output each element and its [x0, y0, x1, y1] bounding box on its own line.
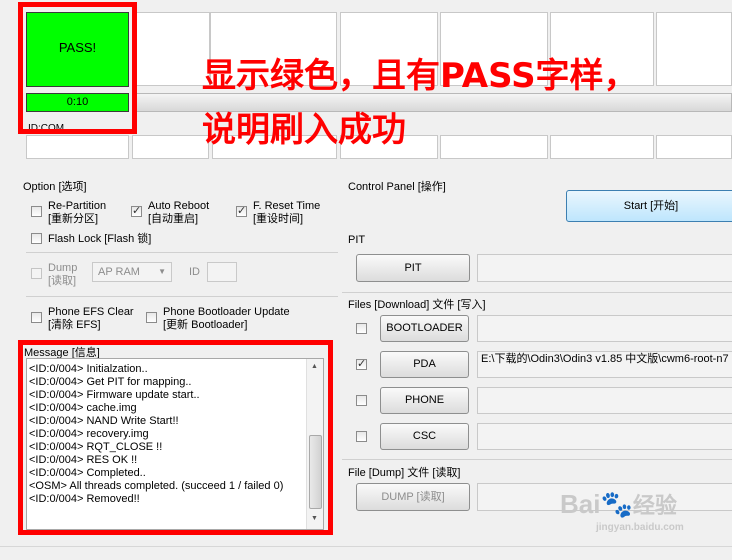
start-button[interactable]: Start [开始]	[566, 190, 732, 222]
repartition-label-1: Re-Partition	[48, 200, 107, 212]
ap-ram-value: AP RAM	[98, 266, 140, 278]
ap-ram-select[interactable]: AP RAM ▼	[92, 262, 172, 282]
dump-checkbox[interactable]	[31, 268, 42, 279]
auto-reboot-label-1: Auto Reboot	[148, 200, 210, 212]
pda-button[interactable]: PDA	[380, 351, 469, 378]
csc-checkbox[interactable]	[356, 431, 367, 442]
csc-path-field	[477, 423, 732, 450]
option-divider-1	[26, 252, 338, 253]
option-divider-2	[26, 296, 338, 297]
flash-lock-label: Flash Lock [Flash 锁]	[48, 233, 152, 245]
right-divider-2	[342, 459, 732, 460]
bootloader-checkbox[interactable]	[356, 323, 367, 334]
device-slot-2	[132, 12, 210, 86]
dump-label-2: [读取]	[48, 275, 77, 287]
com-slot-2	[132, 135, 209, 159]
f-reset-time-label-1: F. Reset Time	[253, 200, 321, 212]
repartition-label-2: [重新分区]	[48, 213, 99, 225]
id-label: ID	[189, 266, 200, 278]
control-panel-title: Control Panel [操作]	[348, 181, 446, 193]
phone-bootloader-label-2: [更新 Bootloader]	[163, 319, 248, 331]
pit-button[interactable]: PIT	[356, 254, 470, 282]
watermark-url: jingyan.baidu.com	[596, 522, 684, 533]
phone-button[interactable]: PHONE	[380, 387, 469, 414]
phone-bootloader-label-1: Phone Bootloader Update	[163, 306, 290, 318]
paw-icon: 🐾	[600, 489, 633, 519]
device-slot-7	[656, 12, 732, 86]
file-dump-title: File [Dump] 文件 [读取]	[348, 467, 461, 479]
phone-bootloader-checkbox[interactable]	[146, 312, 157, 323]
f-reset-time-checkbox[interactable]	[236, 204, 247, 217]
auto-reboot-checkbox[interactable]	[131, 204, 142, 217]
option-title: Option [选项]	[23, 181, 87, 193]
right-divider-1	[342, 292, 732, 293]
annotation-highlight-message	[18, 340, 333, 535]
com-slot-7	[656, 135, 732, 159]
annotation-line-1: 显示绿色，且有PASS字样，	[202, 56, 638, 96]
com-slot-5	[440, 135, 548, 159]
auto-reboot-label-2: [自动重启]	[148, 213, 199, 225]
f-reset-time-label-2: [重设时间]	[253, 213, 304, 225]
bottom-strip	[0, 546, 732, 560]
com-slot-1	[26, 135, 129, 159]
phone-efs-label-2: [清除 EFS]	[48, 319, 101, 331]
annotation-highlight-status	[18, 2, 137, 134]
phone-efs-checkbox[interactable]	[31, 312, 42, 323]
bootloader-button[interactable]: BOOTLOADER	[380, 315, 469, 342]
pda-path-text: E:\下载的\Odin3\Odin3 v1.85 中文版\cwm6-root-n…	[481, 353, 729, 365]
repartition-checkbox[interactable]	[31, 206, 42, 217]
dump-label-1: Dump	[48, 262, 78, 274]
phone-checkbox[interactable]	[356, 395, 367, 406]
com-slot-6	[550, 135, 654, 159]
dump-button[interactable]: DUMP [读取]	[356, 483, 470, 511]
pda-path-field: E:\下载的\Odin3\Odin3 v1.85 中文版\cwm6-root-n…	[477, 351, 732, 378]
watermark-brand: Bai🐾经验	[560, 489, 677, 519]
phone-efs-label-1: Phone EFS Clear	[48, 306, 134, 318]
pit-file-field	[477, 254, 732, 282]
chevron-down-icon: ▼	[158, 267, 166, 276]
bootloader-path-field	[477, 315, 732, 342]
flash-lock-checkbox[interactable]	[31, 233, 42, 244]
files-title: Files [Download] 文件 [写入]	[348, 299, 486, 311]
annotation-line-2: 说明刷入成功	[202, 110, 406, 150]
csc-button[interactable]: CSC	[380, 423, 469, 450]
phone-path-field	[477, 387, 732, 414]
pit-title: PIT	[348, 234, 366, 246]
id-input[interactable]	[207, 262, 237, 282]
pda-checkbox[interactable]	[356, 357, 367, 370]
